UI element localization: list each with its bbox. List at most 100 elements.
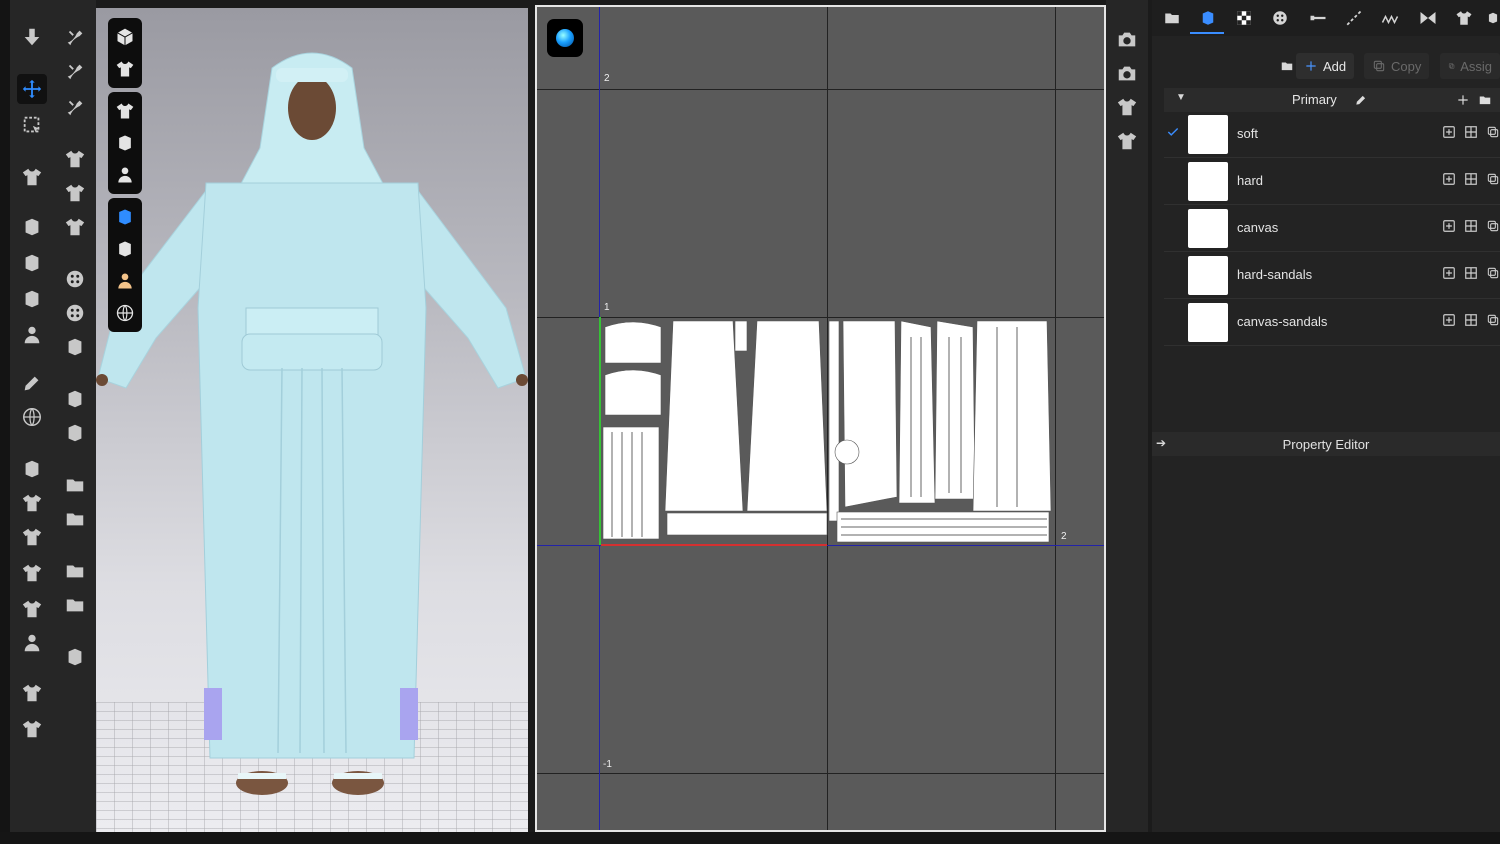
- globe-icon[interactable]: [108, 297, 142, 329]
- grid-apply-icon[interactable]: [1464, 219, 1478, 233]
- add-button[interactable]: Add: [1296, 53, 1355, 79]
- line-icon[interactable]: [1306, 6, 1330, 30]
- grid-apply-icon[interactable]: [1464, 125, 1478, 139]
- material-row[interactable]: canvas-sandals: [1164, 299, 1500, 346]
- piece-edit-icon[interactable]: [60, 556, 90, 586]
- add-to-selection-icon[interactable]: [1442, 172, 1456, 186]
- select-region-icon[interactable]: [17, 110, 47, 140]
- garment-icon[interactable]: [17, 522, 47, 552]
- assign-button[interactable]: Assig: [1440, 53, 1500, 79]
- duplicate-icon[interactable]: [1486, 313, 1500, 327]
- object-browser-panel: Add Copy Assig ▼ Primary soft hard canva…: [1152, 0, 1500, 832]
- copy-button[interactable]: Copy: [1364, 53, 1430, 79]
- material-row[interactable]: soft: [1164, 111, 1500, 158]
- pin-fold-icon[interactable]: [60, 92, 90, 122]
- material-row[interactable]: canvas: [1164, 205, 1500, 252]
- grid-apply-icon[interactable]: [1464, 313, 1478, 327]
- material-actions: [1442, 125, 1500, 139]
- rect-icon[interactable]: [60, 504, 90, 534]
- add-to-selection-icon[interactable]: [1442, 219, 1456, 233]
- main-toolbar-primary: [10, 0, 54, 832]
- piece-add-icon[interactable]: [60, 470, 90, 500]
- folder-icon[interactable]: [1478, 93, 1492, 107]
- collapse-arrow-icon[interactable]: ▼: [1176, 92, 1186, 103]
- arrange-icon[interactable]: [17, 212, 47, 242]
- anchor-icon[interactable]: [60, 642, 90, 672]
- skin-icon[interactable]: [108, 265, 142, 297]
- material-group-header[interactable]: ▼ Primary: [1164, 88, 1500, 112]
- trim-icon[interactable]: [60, 384, 90, 414]
- fold-icon[interactable]: [17, 162, 47, 192]
- viewport-3d[interactable]: [96, 8, 528, 832]
- checker-icon[interactable]: [1232, 6, 1256, 30]
- lock-icon[interactable]: [60, 332, 90, 362]
- zigzag-icon[interactable]: [1378, 6, 1402, 30]
- jacket-icon[interactable]: [1452, 6, 1476, 30]
- texture-blue-icon[interactable]: [108, 201, 142, 233]
- viewport-side-toolbar: [1106, 0, 1148, 832]
- rotate-icon[interactable]: [17, 402, 47, 432]
- avatar-pose-icon[interactable]: [17, 320, 47, 350]
- add-group-icon[interactable]: [1456, 93, 1470, 107]
- duplicate-icon[interactable]: [1486, 172, 1500, 186]
- cube-icon[interactable]: [108, 21, 142, 53]
- rect2-icon[interactable]: [60, 590, 90, 620]
- pin-multi-icon[interactable]: [60, 56, 90, 86]
- check-icon[interactable]: [1166, 125, 1180, 139]
- grid-apply-icon[interactable]: [1464, 266, 1478, 280]
- cog-icon[interactable]: [60, 298, 90, 328]
- button-icon[interactable]: [1268, 6, 1292, 30]
- hanger-icon[interactable]: [17, 594, 47, 624]
- seam-icon[interactable]: [17, 248, 47, 278]
- main-toolbar-secondary: [54, 0, 96, 832]
- viewport-2d[interactable]: 2 1 2 -1: [535, 5, 1106, 832]
- bow-icon[interactable]: [1416, 6, 1440, 30]
- shirt-icon[interactable]: [108, 95, 142, 127]
- add-to-selection-icon[interactable]: [1442, 266, 1456, 280]
- measure-icon[interactable]: [60, 418, 90, 448]
- duplicate-icon[interactable]: [1486, 125, 1500, 139]
- material-row[interactable]: hard-sandals: [1164, 252, 1500, 299]
- grid-apply-icon[interactable]: [1464, 172, 1478, 186]
- brush-icon[interactable]: [60, 144, 90, 174]
- avatar-icon[interactable]: [108, 159, 142, 191]
- button-icon[interactable]: [17, 714, 47, 744]
- piece-icon[interactable]: [17, 488, 47, 518]
- material-name: canvas-sandals: [1237, 314, 1328, 329]
- material-swatch: [1188, 303, 1228, 342]
- duplicate-icon[interactable]: [1486, 266, 1500, 280]
- edit-pencil-icon[interactable]: [1354, 93, 1368, 107]
- tack-icon[interactable]: [17, 284, 47, 314]
- point-icon[interactable]: [60, 264, 90, 294]
- pen-icon[interactable]: [17, 368, 47, 398]
- pattern-pieces[interactable]: [537, 7, 1106, 832]
- cut-icon[interactable]: [17, 454, 47, 484]
- shirt-solid-icon[interactable]: [108, 53, 142, 85]
- camera-icon[interactable]: [1112, 58, 1142, 88]
- fabric-icon[interactable]: [1196, 6, 1220, 30]
- pin-icon[interactable]: [60, 22, 90, 52]
- texture-icon[interactable]: [60, 178, 90, 208]
- transform-move-icon[interactable]: [17, 74, 47, 104]
- garment-back-icon[interactable]: [1112, 126, 1142, 156]
- fit-icon[interactable]: [17, 558, 47, 588]
- topstitch-icon[interactable]: [1342, 6, 1366, 30]
- fabric-icon[interactable]: [108, 127, 142, 159]
- avatar-icon[interactable]: [17, 628, 47, 658]
- library-icon[interactable]: [1160, 6, 1184, 30]
- add-to-selection-icon[interactable]: [1442, 125, 1456, 139]
- material-actions: [1442, 219, 1500, 233]
- garment-front-icon[interactable]: [1112, 92, 1142, 122]
- material-row[interactable]: hard: [1164, 158, 1500, 205]
- material-name: canvas: [1237, 220, 1279, 235]
- property-editor-header[interactable]: ➔ Property Editor: [1152, 432, 1500, 456]
- zipper-icon[interactable]: [17, 678, 47, 708]
- eraser-icon[interactable]: [108, 233, 142, 265]
- layer-icon[interactable]: [60, 212, 90, 242]
- duplicate-icon[interactable]: [1486, 219, 1500, 233]
- move-down-icon[interactable]: [17, 22, 47, 52]
- add-to-selection-icon[interactable]: [1442, 313, 1456, 327]
- avatar-garment-figure[interactable]: [96, 8, 528, 832]
- camera-snapshot-icon[interactable]: [1112, 24, 1142, 54]
- more-icon[interactable]: [1486, 6, 1500, 30]
